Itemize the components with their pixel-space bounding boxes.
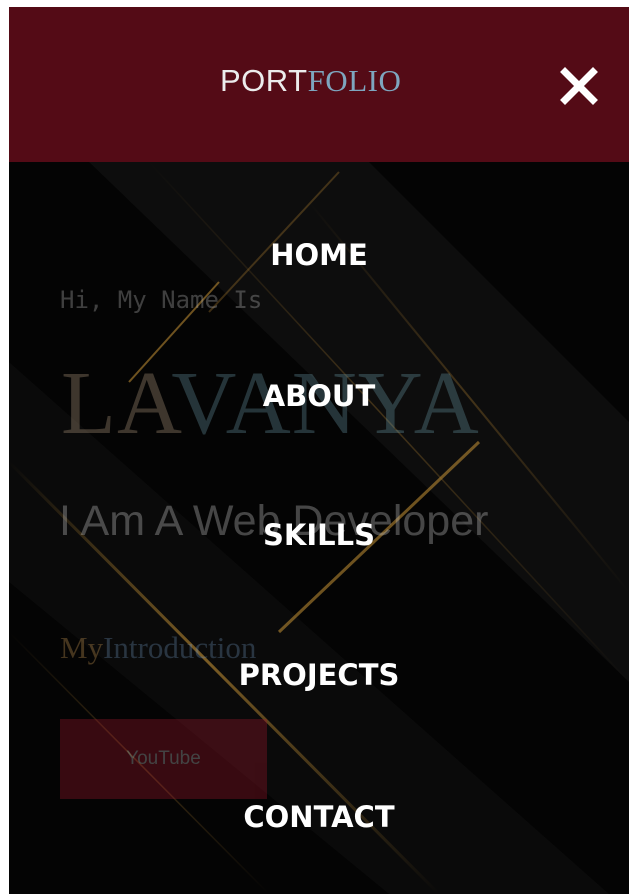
app-frame: PORTFOLIO Hi, My Name Is LAVANYA I Am A … (9, 7, 629, 894)
logo[interactable]: PORTFOLIO (220, 61, 401, 101)
close-x-icon (560, 67, 598, 105)
menu-item-about[interactable]: ABOUT (9, 376, 629, 416)
logo-part-port: PORT (220, 63, 308, 98)
menu-item-projects[interactable]: PROJECTS (9, 655, 629, 695)
menu-item-home[interactable]: HOME (9, 235, 629, 275)
logo-part-folio: FOLIO (307, 63, 402, 98)
close-menu-button[interactable] (556, 63, 602, 109)
header-bar: PORTFOLIO (9, 7, 629, 162)
menu-item-contact[interactable]: CONTACT (9, 797, 629, 837)
menu-item-skills[interactable]: SKILLS (9, 515, 629, 555)
